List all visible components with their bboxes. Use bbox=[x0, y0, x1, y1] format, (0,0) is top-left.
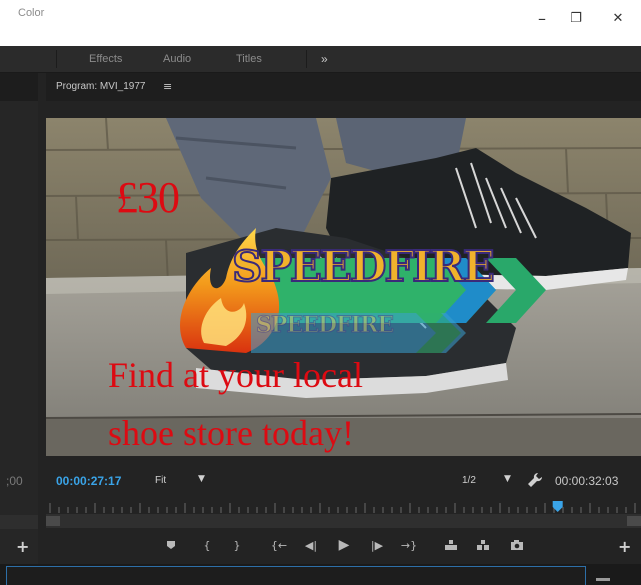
minimize-button[interactable]: – bbox=[524, 0, 560, 36]
settings-wrench-icon[interactable] bbox=[527, 472, 543, 492]
play-icon[interactable]: ▶ bbox=[335, 536, 353, 554]
go-to-out-icon[interactable]: →} bbox=[400, 536, 418, 554]
divider bbox=[56, 50, 57, 68]
program-monitor-title[interactable]: Program: MVI_1977 bbox=[56, 73, 146, 101]
left-panel-add-button[interactable]: + bbox=[16, 537, 29, 556]
workspace-tab-effects[interactable]: Effects bbox=[89, 46, 122, 72]
button-editor-add-button[interactable]: + bbox=[618, 537, 631, 556]
current-timecode[interactable]: 00:00:27:17 bbox=[56, 474, 121, 488]
mark-out-icon[interactable]: } bbox=[228, 536, 246, 554]
resolution-dropdown-icon[interactable]: ▼ bbox=[504, 474, 511, 484]
video-frame: £30 SPEEDFIRE SPEEDFIRE Find at your loc… bbox=[46, 118, 641, 456]
zoom-level-select[interactable]: Fit bbox=[155, 475, 166, 486]
zoom-scrollbar-left-handle[interactable] bbox=[46, 516, 60, 526]
go-to-in-icon[interactable]: {← bbox=[270, 536, 288, 554]
step-back-icon[interactable]: ◀| bbox=[302, 536, 320, 554]
workspace-overflow-button[interactable]: » bbox=[321, 46, 328, 72]
zoom-scrollbar-right-handle[interactable] bbox=[627, 516, 641, 526]
tagline-line2: shoe store today! bbox=[108, 413, 354, 453]
extract-icon[interactable] bbox=[474, 536, 492, 554]
panel-menu-icon[interactable]: ≡ bbox=[163, 73, 172, 101]
workspace-tab-titles[interactable]: Titles bbox=[236, 46, 262, 72]
speedfire-logo-reflection: SPEEDFIRE bbox=[255, 312, 394, 339]
panel-menu-icon-bottom[interactable] bbox=[596, 578, 610, 581]
focused-panel-edge[interactable] bbox=[6, 566, 586, 585]
time-ruler[interactable] bbox=[46, 500, 641, 514]
price-label: £30 bbox=[116, 173, 180, 222]
left-panel-header bbox=[0, 73, 38, 101]
tagline-line1: Find at your local bbox=[108, 355, 363, 395]
zoom-dropdown-icon[interactable]: ▼ bbox=[198, 474, 205, 484]
left-panel-scrollbar[interactable] bbox=[0, 515, 38, 529]
close-button[interactable]: ✕ bbox=[600, 0, 636, 36]
export-frame-camera-icon[interactable] bbox=[508, 536, 526, 554]
workspace-tab-audio[interactable]: Audio bbox=[163, 46, 191, 72]
lift-icon[interactable] bbox=[442, 536, 460, 554]
left-panel-timecode: ;00 bbox=[6, 474, 23, 488]
playback-resolution-select[interactable]: 1/2 bbox=[462, 475, 476, 486]
duration-timecode: 00:00:32:03 bbox=[555, 474, 619, 488]
step-forward-icon[interactable]: |▶ bbox=[368, 536, 386, 554]
divider bbox=[306, 50, 307, 68]
zoom-scrollbar[interactable] bbox=[46, 514, 641, 528]
speedfire-logo: SPEEDFIRE bbox=[231, 241, 496, 292]
mark-in-icon[interactable]: { bbox=[198, 536, 216, 554]
add-marker-icon[interactable] bbox=[162, 536, 180, 554]
workspace-tab-color[interactable]: Color bbox=[18, 0, 44, 26]
left-panel bbox=[0, 73, 38, 565]
restore-button[interactable]: ❐ bbox=[558, 0, 594, 36]
